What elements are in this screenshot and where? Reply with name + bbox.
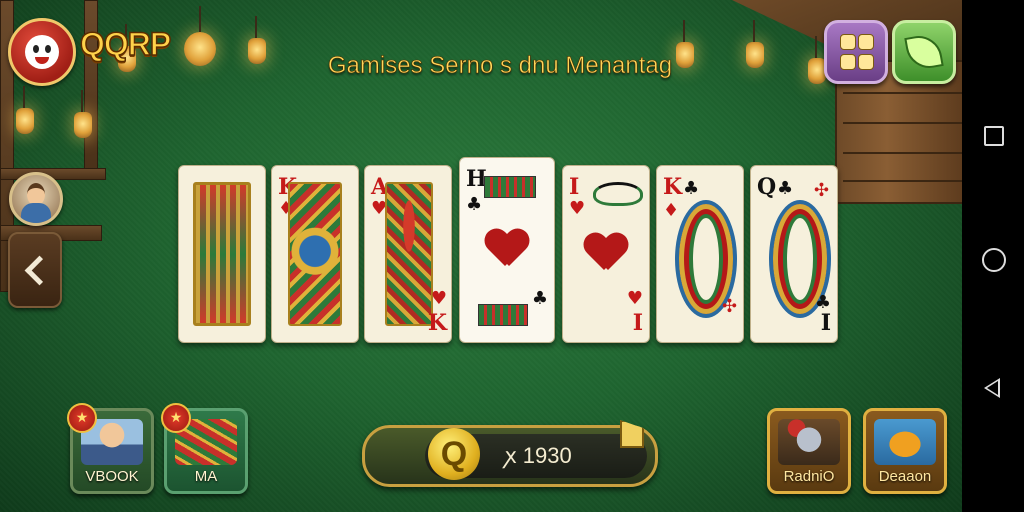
card-index: Q — [757, 174, 777, 200]
home-icon[interactable] — [982, 248, 1006, 272]
deaaon-label: Deaaon — [878, 468, 932, 485]
back-icon[interactable] — [984, 378, 1000, 398]
fish-icon — [874, 419, 936, 465]
chevron-left-icon — [24, 255, 54, 285]
card-index: I — [569, 174, 580, 200]
vbook-label: VBOOK — [85, 468, 139, 485]
spade-icon: ✣ — [721, 296, 737, 317]
coin-value: ꭗ 1930 — [505, 443, 572, 468]
heart-icon: ♥ — [430, 288, 447, 309]
lantern-icon — [248, 16, 266, 64]
card-index: I — [820, 310, 831, 336]
ma-label: MA — [194, 468, 218, 485]
lantern-icon — [184, 6, 216, 66]
vbook-button[interactable]: ★ VBOOK — [67, 403, 154, 494]
deaaon-button[interactable]: Deaaon — [863, 408, 947, 494]
avatar[interactable] — [9, 172, 63, 226]
screen: QQRP Gamises Serno s dnu Menantag K ♦ A — [0, 0, 1024, 512]
card-art — [193, 182, 251, 326]
diamond-icon: ♦ — [663, 200, 680, 221]
card-art — [385, 182, 433, 326]
lantern-icon — [16, 86, 34, 134]
logo-icon[interactable] — [8, 18, 76, 86]
logo-text: QQRP — [79, 25, 172, 63]
card-index: K — [663, 174, 683, 200]
leaf-button[interactable] — [892, 20, 956, 84]
spade-icon: ✣ — [813, 180, 829, 201]
playing-card-2[interactable]: K ♦ — [271, 165, 359, 343]
heart-icon — [584, 234, 628, 274]
playing-card-3[interactable]: A ♥ K ♥ — [364, 165, 452, 343]
knight-icon — [778, 419, 840, 465]
playing-card-4[interactable]: H ♣ ♣ — [459, 157, 555, 343]
playing-card-6[interactable]: K ♣ ♦ ✣ — [656, 165, 744, 343]
dragon-icon — [593, 182, 643, 206]
card-art — [288, 182, 342, 326]
club-icon: ♣ — [777, 178, 794, 199]
playing-card-1[interactable] — [178, 165, 266, 343]
playing-card-5[interactable]: I ♥ ♥ I — [562, 165, 650, 343]
heart-icon: ♥ — [626, 288, 643, 309]
back-button[interactable] — [8, 232, 62, 308]
leaf-icon — [904, 32, 944, 72]
page-title: Gamises Serno s dnu Menantag — [327, 52, 673, 80]
game-area: QQRP Gamises Serno s dnu Menantag K ♦ A — [0, 0, 962, 512]
playing-card-7[interactable]: Q ♣ ✣ ♣ I — [750, 165, 838, 343]
star-badge-icon: ★ — [161, 403, 191, 433]
recent-apps-icon[interactable] — [984, 126, 1004, 146]
star-badge-icon: ★ — [67, 403, 97, 433]
lantern-icon — [746, 20, 764, 68]
heart-icon — [485, 230, 529, 270]
card-index: K — [427, 310, 447, 336]
grid-icon — [840, 34, 874, 70]
club-icon: ♣ — [531, 288, 548, 309]
ma-button[interactable]: ★ MA — [161, 403, 248, 494]
heart-icon: ♥ — [569, 198, 586, 219]
radnio-button[interactable]: RadniO — [767, 408, 851, 494]
lantern-icon — [74, 90, 92, 138]
radnio-label: RadniO — [783, 468, 835, 485]
club-icon: ♣ — [683, 178, 700, 199]
club-icon: ♣ — [466, 194, 483, 215]
coin-icon: Q — [428, 428, 480, 480]
menu-button[interactable] — [824, 20, 888, 84]
card-index: I — [632, 310, 643, 336]
